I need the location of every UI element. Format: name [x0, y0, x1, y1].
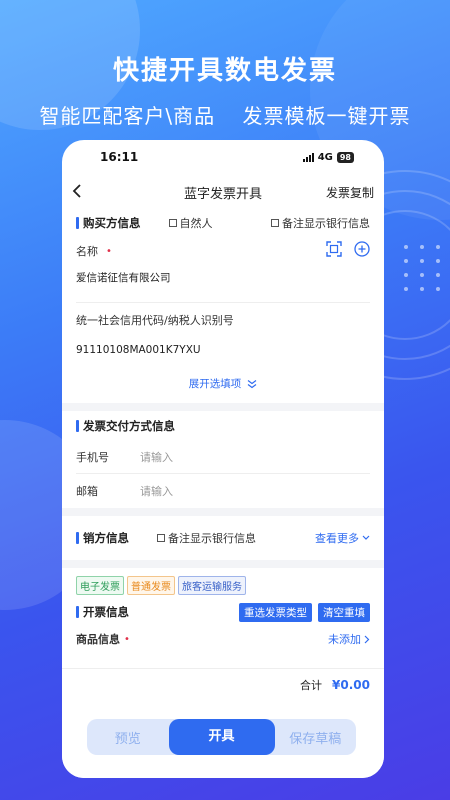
seller-header: 销方信息 备注显示银行信息 查看更多 [62, 516, 384, 560]
goods-row[interactable]: 商品信息 • 未添加 [62, 626, 384, 652]
buyer-name-value-row[interactable]: 爱信诺征信有限公司 [62, 266, 384, 288]
total-value: ¥0.00 [332, 678, 370, 692]
more-label: 查看更多 [315, 532, 359, 545]
status-bar: 16:11 4G 98 [62, 140, 384, 174]
decor-dots [404, 245, 442, 291]
phone-screen: 16:11 4G 98 蓝字发票开具 发票复制 购买方信息 自然人 备注显示银行… [62, 140, 384, 778]
delivery-header: 发票交付方式信息 [62, 411, 384, 441]
taxid-value-row[interactable]: 91110108MA001K7YXU [62, 337, 384, 363]
show-bank-label: 备注显示银行信息 [168, 532, 256, 545]
total-label: 合计 [300, 679, 323, 692]
phone-input[interactable]: 请输入 [140, 449, 173, 465]
clear-button[interactable]: 清空重填 [318, 602, 370, 622]
network-label: 4G [317, 151, 333, 163]
checkbox-icon [157, 534, 165, 542]
seller-show-bank-checkbox[interactable]: 备注显示银行信息 [157, 530, 256, 546]
checkbox-icon [168, 219, 177, 227]
checkbox-icon [271, 219, 279, 227]
tag-electronic: 电子发票 [76, 575, 124, 595]
buyer-show-bank-checkbox[interactable]: 备注显示银行信息 [271, 215, 370, 231]
phone-row: 手机号 请输入 [62, 441, 384, 473]
section-gap [62, 508, 384, 516]
expand-optional-button[interactable]: 展开选填项 [62, 363, 384, 403]
copy-invoice-button[interactable]: 发票复制 [326, 184, 374, 201]
buyer-name-input[interactable]: 爱信诺征信有限公司 [76, 270, 171, 285]
email-input[interactable]: 请输入 [140, 483, 173, 499]
required-mark: • [124, 633, 130, 645]
taxid-input[interactable]: 91110108MA001K7YXU [76, 344, 201, 356]
action-bar: 预览 开具 保存草稿 [87, 719, 356, 755]
delivery-section-title: 发票交付方式信息 [76, 418, 175, 434]
seller-more-button[interactable]: 查看更多 [315, 530, 370, 546]
tag-passenger-transport: 旅客运输服务 [178, 575, 246, 595]
chevron-right-icon [364, 635, 370, 643]
chevron-left-icon[interactable] [72, 182, 102, 203]
natural-person-checkbox[interactable]: 自然人 [168, 215, 213, 231]
show-bank-label: 备注显示银行信息 [282, 217, 370, 230]
total-row: 合计 ¥0.00 [62, 669, 384, 701]
required-mark: • [106, 245, 112, 257]
chevron-down-icon [362, 535, 370, 540]
reselect-type-button[interactable]: 重选发票类型 [239, 602, 312, 622]
add-circle-icon[interactable] [354, 241, 370, 261]
promo-subline: 智能匹配客户\商品 发票模板一键开票 [0, 100, 450, 129]
goods-label: 商品信息 [76, 633, 120, 646]
goods-add-link[interactable]: 未添加 [328, 631, 361, 647]
status-time: 16:11 [100, 150, 139, 164]
double-chevron-down-icon [247, 374, 257, 393]
taxid-label: 统一社会信用代码/纳税人识别号 [76, 314, 234, 327]
promo-sub-left: 智能匹配客户\商品 [39, 104, 216, 128]
taxid-label-row: 统一社会信用代码/纳税人识别号 [62, 303, 384, 337]
invoice-header: 开票信息 重选发票类型 清空重填 [62, 598, 384, 626]
email-row: 邮箱 请输入 [62, 474, 384, 508]
bottom-bar: 合计 ¥0.00 预览 开具 保存草稿 [62, 668, 384, 778]
signal-icon [302, 152, 314, 162]
preview-button[interactable]: 预览 [87, 728, 169, 747]
buyer-section-title: 购买方信息 [76, 215, 141, 231]
buyer-header: 购买方信息 自然人 备注显示银行信息 [62, 210, 384, 236]
promo-headline: 快捷开具数电发票 [112, 56, 337, 86]
phone-label: 手机号 [76, 451, 109, 464]
invoice-section-title: 开票信息 [76, 604, 129, 620]
buyer-name-row: 名称 • [62, 236, 384, 266]
email-label: 邮箱 [76, 485, 98, 498]
nav-bar: 蓝字发票开具 发票复制 [62, 174, 384, 210]
scan-icon[interactable] [326, 241, 342, 261]
expand-label: 展开选填项 [188, 377, 242, 390]
seller-section-title: 销方信息 [76, 530, 129, 546]
issue-button[interactable]: 开具 [168, 719, 275, 755]
section-gap [62, 560, 384, 568]
name-label: 名称 [76, 245, 98, 258]
tag-ordinary: 普通发票 [127, 575, 175, 595]
invoice-tags: 电子发票 普通发票 旅客运输服务 [62, 568, 384, 598]
battery-icon: 98 [336, 151, 354, 163]
promo-sub-right: 发票模板一键开票 [242, 104, 411, 128]
section-gap [62, 403, 384, 411]
natural-person-label: 自然人 [179, 217, 213, 230]
save-draft-button[interactable]: 保存草稿 [275, 728, 357, 747]
